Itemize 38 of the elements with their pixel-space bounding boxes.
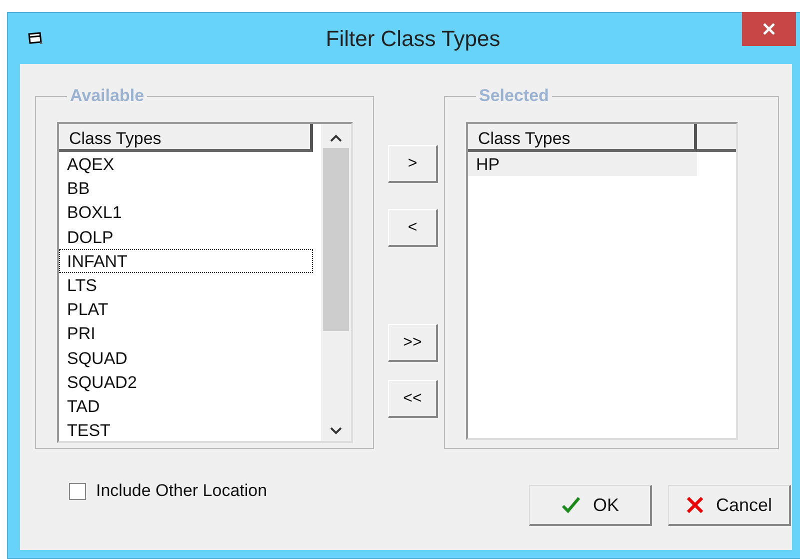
- list-item[interactable]: LTS: [59, 272, 313, 298]
- list-item[interactable]: SQUAD: [59, 346, 313, 370]
- column-header: [697, 124, 736, 152]
- list-item[interactable]: HP: [468, 152, 697, 176]
- close-button[interactable]: [742, 12, 796, 46]
- checkbox[interactable]: [69, 482, 86, 500]
- move-button[interactable]: >>: [388, 324, 438, 362]
- list-item[interactable]: SQUAD2: [59, 370, 313, 394]
- group-title: Available: [69, 86, 146, 106]
- group-title: Selected: [478, 86, 550, 106]
- list-box[interactable]: Class Types AQEX BB BOXL1 DOLP INFANT LTS PLAT PRI SQUAD SQUAD2 TAD TEST: [57, 122, 353, 443]
- ok-button[interactable]: OK: [529, 485, 652, 526]
- list-item[interactable]: INFANT: [59, 248, 313, 273]
- list-box[interactable]: Class Types HP: [466, 122, 738, 440]
- window-icon: [28, 32, 44, 46]
- list-item[interactable]: BOXL1: [59, 200, 313, 225]
- scrollbar-thumb[interactable]: [323, 148, 349, 331]
- list-item[interactable]: DOLP: [59, 224, 313, 249]
- list-item[interactable]: TEST: [59, 418, 313, 441]
- move-button[interactable]: <: [388, 209, 438, 247]
- list-item[interactable]: TAD: [59, 394, 313, 418]
- list-item[interactable]: BB: [59, 176, 313, 200]
- move-button[interactable]: <<: [388, 380, 438, 418]
- chevron-up-icon: [330, 134, 342, 142]
- list-item[interactable]: PLAT: [59, 297, 313, 322]
- checkbox-label: Include Other Location: [96, 481, 268, 501]
- chevron-down-icon: [330, 427, 342, 435]
- column-header[interactable]: Class Types: [59, 124, 313, 152]
- scrollbar[interactable]: [321, 124, 351, 441]
- checkmark-icon: [560, 496, 581, 514]
- column-header[interactable]: Class Types: [468, 124, 697, 152]
- window-title: Filter Class Types: [324, 26, 502, 52]
- list-item[interactable]: PRI: [59, 321, 313, 346]
- close-icon: [686, 496, 704, 514]
- cancel-button[interactable]: Cancel: [668, 485, 791, 526]
- move-button[interactable]: >: [388, 145, 438, 183]
- list-item[interactable]: AQEX: [59, 152, 313, 176]
- close-icon: [762, 22, 776, 36]
